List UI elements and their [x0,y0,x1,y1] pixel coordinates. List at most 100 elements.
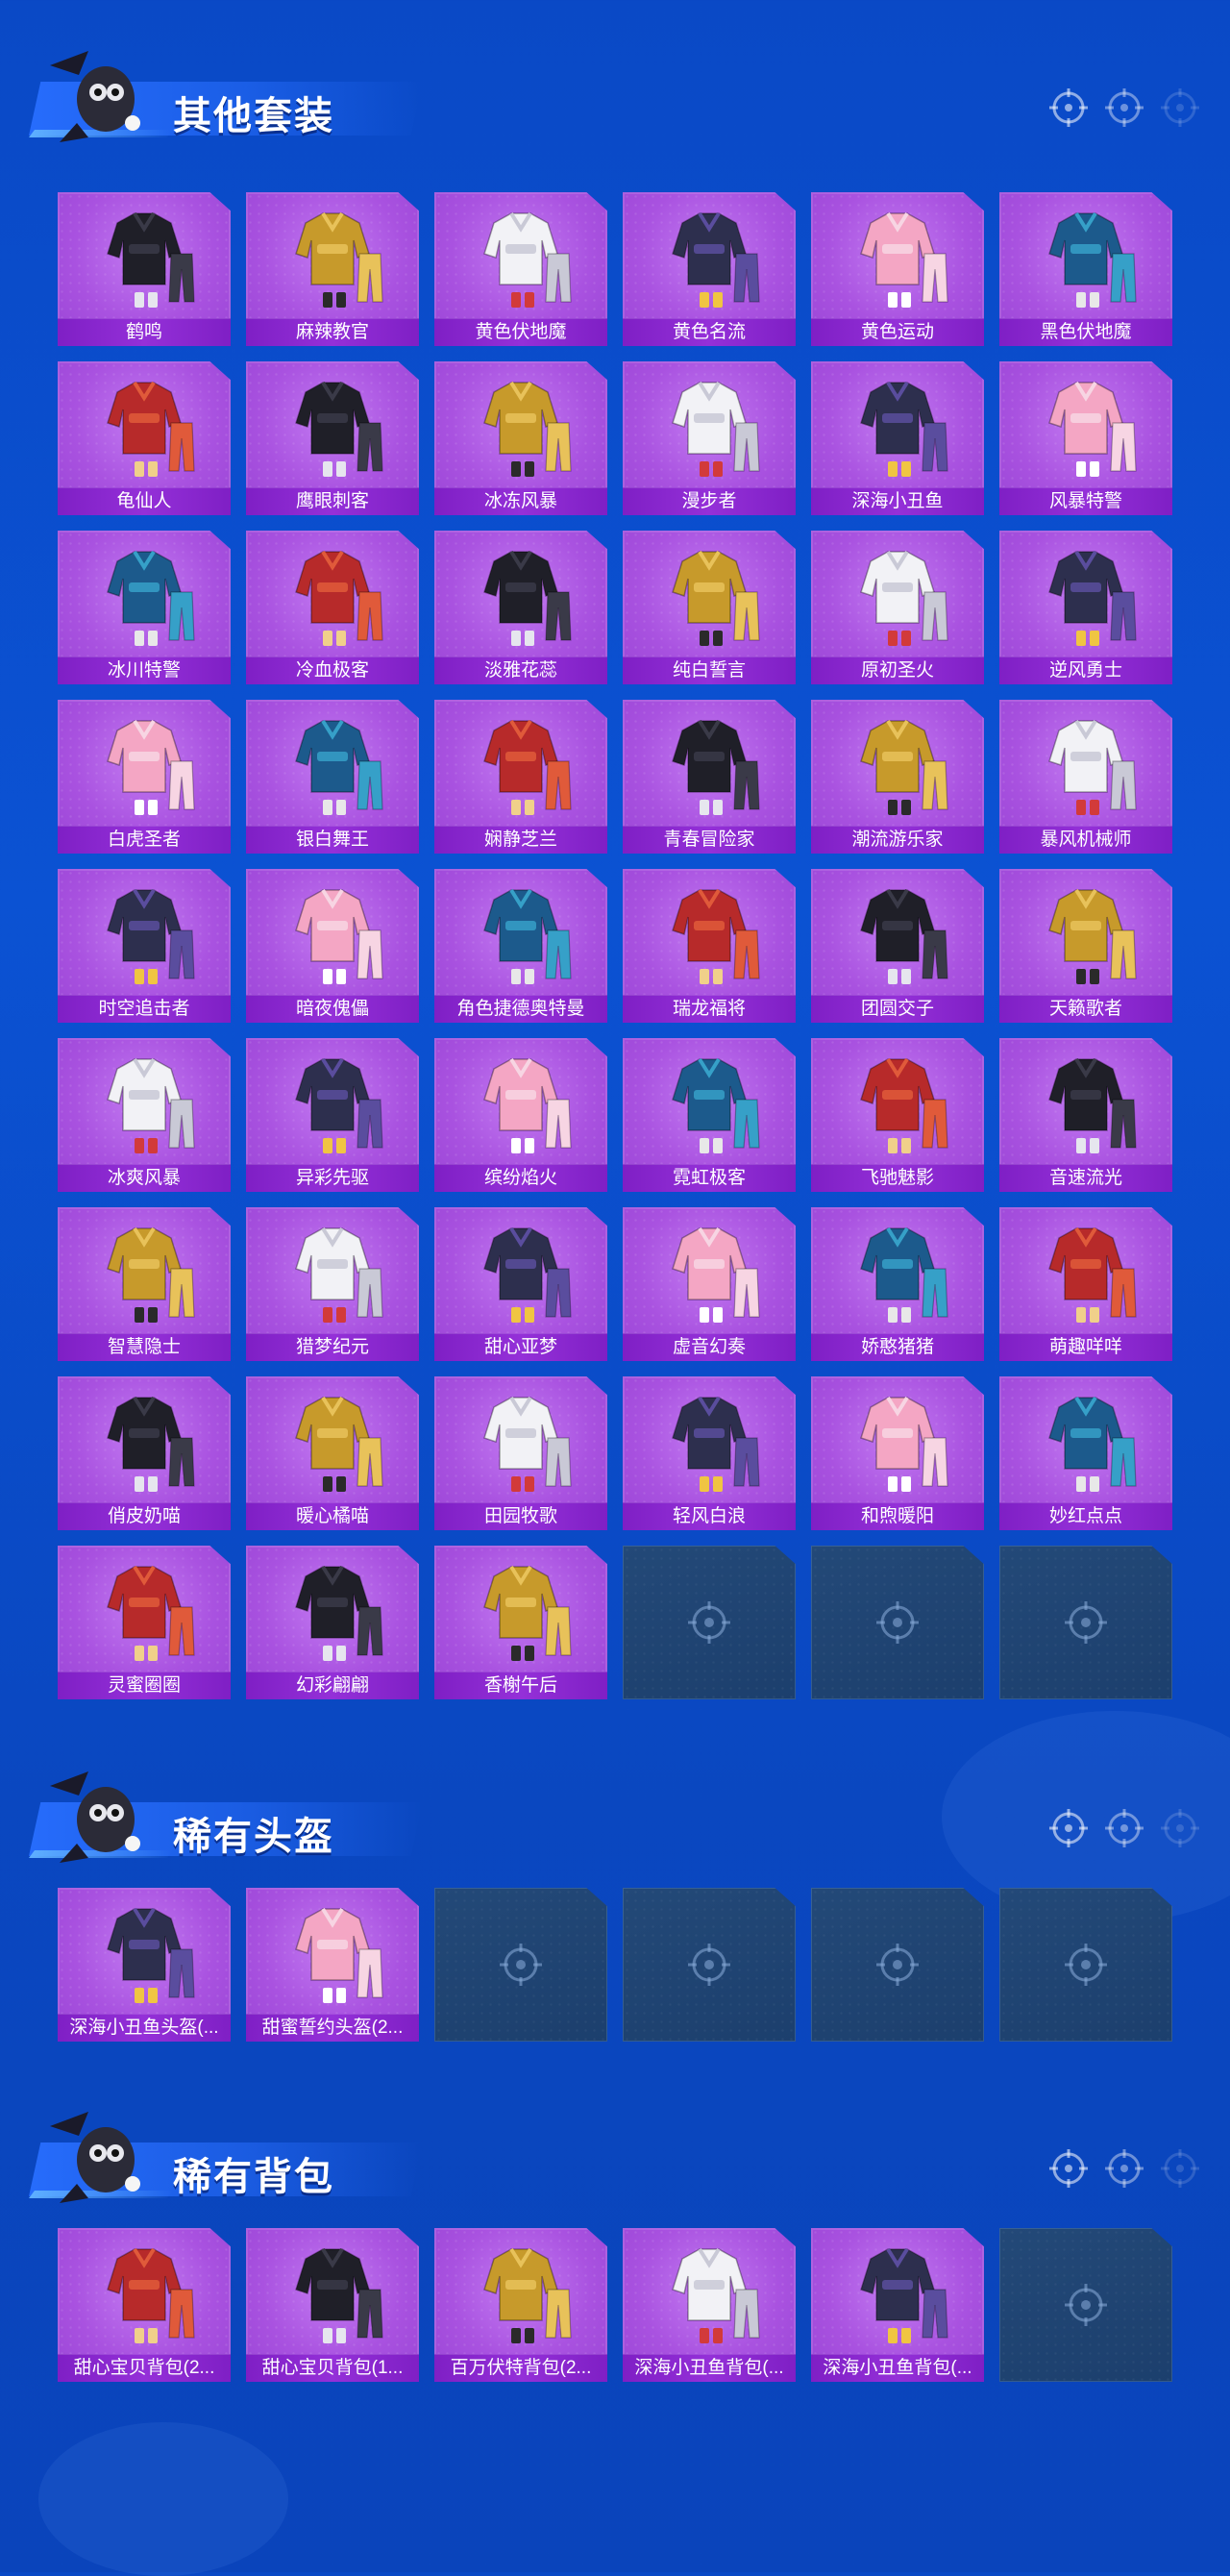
item-card[interactable]: 青春冒险家 [623,700,796,854]
item-card[interactable]: 虚音幻奏 [623,1207,796,1361]
item-image [107,1226,195,1323]
item-image [107,1907,195,2003]
section-title: 稀有头盔 [173,1816,334,1858]
item-card[interactable]: 纯白誓言 [623,531,796,684]
item-card[interactable]: 猎梦纪元 [246,1207,419,1361]
item-image [107,381,195,477]
section-other-outfits: 其他套装 鹤鸣 麻辣教官 黄色伏地魔 黄色名流 黄色运动 黑色伏地魔龟仙人 鹰眼刺客 冰冻风暴… [0,38,1230,1699]
item-card[interactable]: 萌趣咩咩 [999,1207,1172,1361]
item-card[interactable]: 黄色名流 [623,192,796,346]
item-card[interactable]: 鹰眼刺客 [246,361,419,515]
item-card[interactable]: 黑色伏地魔 [999,192,1172,346]
item-card[interactable]: 灵蜜圈圈 [58,1546,231,1699]
item-name: 缤纷焰火 [434,1164,607,1192]
item-card[interactable]: 银白舞王 [246,700,419,854]
item-name: 甜心宝贝背包(1... [246,2354,419,2382]
item-card[interactable]: 暴风机械师 [999,700,1172,854]
item-name: 麻辣教官 [246,318,419,346]
item-card[interactable]: 百万伏特背包(2... [434,2228,607,2382]
item-card[interactable]: 异彩先驱 [246,1038,419,1192]
item-image [295,1565,383,1661]
crosshair-icon [1161,1809,1199,1847]
item-card[interactable]: 麻辣教官 [246,192,419,346]
item-image [295,719,383,815]
item-card[interactable]: 妙红点点 [999,1376,1172,1530]
item-card[interactable]: 深海小丑鱼头盔(... [58,1888,231,2042]
item-card[interactable]: 田园牧歌 [434,1376,607,1530]
item-name: 逆风勇士 [999,656,1172,684]
item-image [483,2247,572,2343]
item-card[interactable]: 冰冻风暴 [434,361,607,515]
item-card[interactable]: 娴静芝兰 [434,700,607,854]
item-name: 深海小丑鱼背包(... [811,2354,984,2382]
item-image [483,1057,572,1153]
item-card[interactable]: 黄色运动 [811,192,984,346]
item-card[interactable]: 音速流光 [999,1038,1172,1192]
item-image [295,888,383,984]
item-card[interactable]: 风暴特警 [999,361,1172,515]
item-card[interactable]: 团圆交子 [811,869,984,1023]
item-card[interactable]: 冰爽风暴 [58,1038,231,1192]
item-image [672,1396,760,1492]
item-card[interactable]: 智慧隐士 [58,1207,231,1361]
crosshair-icon [1161,2149,1199,2188]
item-card[interactable]: 漫步者 [623,361,796,515]
item-card[interactable]: 冷血极客 [246,531,419,684]
item-image [860,381,948,477]
item-card[interactable]: 缤纷焰火 [434,1038,607,1192]
empty-slot [999,2228,1172,2382]
item-card[interactable]: 潮流游乐家 [811,700,984,854]
item-card[interactable]: 暖心橘喵 [246,1376,419,1530]
item-card[interactable]: 轻风白浪 [623,1376,796,1530]
item-card[interactable]: 瑞龙福将 [623,869,796,1023]
item-name: 飞驰魅影 [811,1164,984,1192]
item-card[interactable]: 深海小丑鱼背包(... [623,2228,796,2382]
item-card[interactable]: 香榭午后 [434,1546,607,1699]
empty-slot [999,1546,1172,1699]
item-card[interactable]: 时空追击者 [58,869,231,1023]
item-image [1048,888,1137,984]
item-name: 白虎圣者 [58,826,231,854]
item-card[interactable]: 黄色伏地魔 [434,192,607,346]
crosshair-icon [1161,88,1199,127]
section-title: 其他套装 [173,95,334,137]
item-card[interactable]: 霓虹极客 [623,1038,796,1192]
item-card[interactable]: 龟仙人 [58,361,231,515]
item-image [483,888,572,984]
item-name: 妙红点点 [999,1502,1172,1530]
item-card[interactable]: 幻彩翩翩 [246,1546,419,1699]
empty-slot [434,1888,607,2042]
item-name: 灵蜜圈圈 [58,1672,231,1699]
item-image [672,1057,760,1153]
mascot-icon [50,1771,140,1863]
item-card[interactable]: 甜心宝贝背包(2... [58,2228,231,2382]
item-card[interactable]: 白虎圣者 [58,700,231,854]
item-image [672,1226,760,1323]
item-name: 幻彩翩翩 [246,1672,419,1699]
item-image [1048,381,1137,477]
item-name: 风暴特警 [999,487,1172,515]
item-image [107,2247,195,2343]
item-card[interactable]: 飞驰魅影 [811,1038,984,1192]
item-card[interactable]: 甜蜜誓约头盔(2... [246,1888,419,2042]
item-card[interactable]: 娇憨猪猪 [811,1207,984,1361]
item-card[interactable]: 天籁歌者 [999,869,1172,1023]
item-image [483,1565,572,1661]
item-card[interactable]: 暗夜傀儡 [246,869,419,1023]
item-card[interactable]: 冰川特警 [58,531,231,684]
item-name: 俏皮奶喵 [58,1502,231,1530]
item-card[interactable]: 逆风勇士 [999,531,1172,684]
item-name: 深海小丑鱼 [811,487,984,515]
item-card[interactable]: 深海小丑鱼背包(... [811,2228,984,2382]
item-card[interactable]: 甜心亚梦 [434,1207,607,1361]
item-image [672,719,760,815]
item-card[interactable]: 鹤鸣 [58,192,231,346]
item-card[interactable]: 和煦暖阳 [811,1376,984,1530]
crosshair-placeholder-icon [1065,1601,1107,1644]
item-card[interactable]: 淡雅花蕊 [434,531,607,684]
item-card[interactable]: 俏皮奶喵 [58,1376,231,1530]
item-card[interactable]: 甜心宝贝背包(1... [246,2228,419,2382]
item-card[interactable]: 深海小丑鱼 [811,361,984,515]
item-card[interactable]: 角色捷德奥特曼 [434,869,607,1023]
item-card[interactable]: 原初圣火 [811,531,984,684]
